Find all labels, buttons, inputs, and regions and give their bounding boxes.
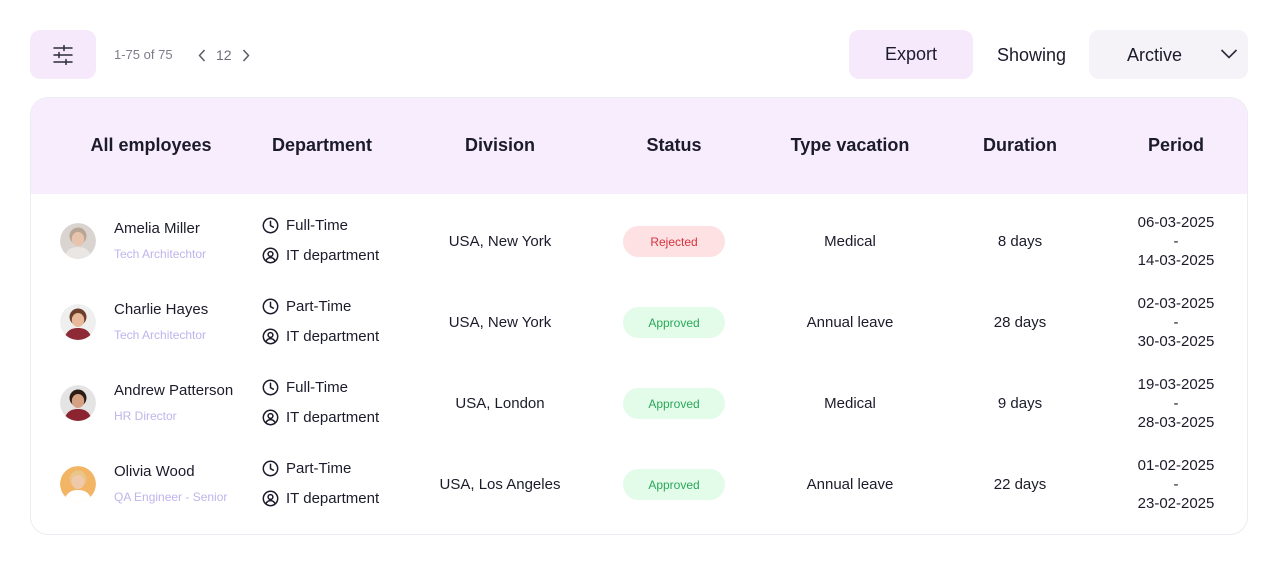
- status-badge: Rejected: [623, 226, 725, 257]
- division: USA, London: [455, 395, 545, 412]
- clock-icon: [262, 298, 279, 315]
- employee-role: Tech Architechtor: [114, 247, 207, 261]
- employee-name[interactable]: Olivia Wood: [114, 463, 195, 480]
- vacation-type: Annual leave: [806, 314, 894, 331]
- period-separator: -: [1173, 314, 1179, 331]
- period-start: 01-02-2025: [1137, 457, 1215, 474]
- user-circle-icon: [262, 490, 279, 507]
- period-start: 02-03-2025: [1137, 295, 1215, 312]
- employment-type-text: Part-Time: [286, 298, 352, 315]
- chevron-left-icon: [198, 48, 206, 62]
- employees-table: All employees Department Division Status…: [30, 97, 1248, 535]
- avatar: [60, 223, 96, 259]
- duration: 28 days: [993, 314, 1047, 331]
- clock-icon: [262, 217, 279, 234]
- employment-type: Full-Time: [262, 217, 348, 234]
- duration: 9 days: [997, 395, 1043, 412]
- department: IT department: [262, 409, 379, 426]
- employment-type-text: Full-Time: [286, 379, 348, 396]
- chevron-down-icon: [1220, 49, 1238, 59]
- table-row[interactable]: Andrew Patterson HR Director Full-Time I…: [31, 365, 1247, 446]
- department-text: IT department: [286, 247, 380, 264]
- division: USA, New York: [448, 314, 552, 331]
- column-header-employees[interactable]: All employees: [90, 135, 211, 156]
- showing-select[interactable]: Arctive: [1089, 30, 1248, 79]
- period: 19-03-2025 - 28-03-2025: [1138, 375, 1215, 432]
- clock-icon: [262, 379, 279, 396]
- employment-type-text: Part-Time: [286, 460, 352, 477]
- table-row[interactable]: Charlie Hayes Tech Architechtor Part-Tim…: [31, 284, 1247, 365]
- avatar: [60, 304, 96, 340]
- employee-role: Tech Architechtor: [114, 328, 207, 342]
- column-header-duration[interactable]: Duration: [983, 135, 1057, 156]
- duration: 22 days: [993, 476, 1047, 493]
- avatar: [60, 385, 96, 421]
- table-header: All employees Department Division Status…: [31, 98, 1247, 194]
- column-header-department[interactable]: Department: [272, 135, 372, 156]
- period-end: 30-03-2025: [1137, 333, 1215, 350]
- employee-role: QA Engineer - Senior: [114, 490, 228, 504]
- column-header-period[interactable]: Period: [1148, 135, 1204, 156]
- user-circle-icon: [262, 247, 279, 264]
- division: USA, Los Angeles: [439, 476, 561, 493]
- user-circle-icon: [262, 409, 279, 426]
- vacation-type: Medical: [824, 233, 876, 250]
- showing-select-value: Arctive: [1127, 45, 1183, 65]
- column-header-division[interactable]: Division: [465, 135, 535, 156]
- table-toolbar: 1-75 of 75 12 Export Showing Arctive: [30, 30, 1248, 79]
- table-row[interactable]: Olivia Wood QA Engineer - Senior Part-Ti…: [31, 446, 1247, 527]
- showing-label: Showing: [997, 45, 1067, 65]
- status-badge: Approved: [623, 469, 725, 500]
- column-header-vacation-type[interactable]: Type vacation: [791, 135, 910, 156]
- chevron-right-icon: [242, 48, 250, 62]
- department: IT department: [262, 328, 379, 345]
- period-start: 19-03-2025: [1137, 376, 1215, 393]
- employment-type: Part-Time: [262, 460, 351, 477]
- employee-name[interactable]: Andrew Patterson: [114, 382, 233, 399]
- vacation-type: Annual leave: [806, 476, 894, 493]
- pagination-info: 1-75 of 75: [114, 47, 173, 62]
- status-badge: Approved: [623, 307, 725, 338]
- column-header-status[interactable]: Status: [646, 135, 701, 156]
- page-number[interactable]: 12: [214, 47, 234, 63]
- status-badge: Approved: [623, 388, 725, 419]
- employment-type: Part-Time: [262, 298, 351, 315]
- period-end: 14-03-2025: [1137, 252, 1215, 269]
- employee-name[interactable]: Amelia Miller: [114, 220, 200, 237]
- department-text: IT department: [286, 490, 380, 507]
- period-separator: -: [1173, 395, 1179, 412]
- department: IT department: [262, 490, 379, 507]
- avatar: [60, 466, 96, 502]
- period-end: 23-02-2025: [1137, 495, 1215, 512]
- export-button[interactable]: Export: [849, 30, 973, 79]
- period: 02-03-2025 - 30-03-2025: [1138, 294, 1215, 351]
- employment-type-text: Full-Time: [286, 217, 348, 234]
- table-row[interactable]: Amelia Miller Tech Architechtor Full-Tim…: [31, 203, 1247, 284]
- sliders-icon: [53, 44, 73, 65]
- department: IT department: [262, 247, 379, 264]
- employee-role: HR Director: [114, 409, 177, 423]
- filter-button[interactable]: [30, 30, 96, 79]
- period: 06-03-2025 - 14-03-2025: [1138, 213, 1215, 270]
- duration: 8 days: [997, 233, 1043, 250]
- department-text: IT department: [286, 409, 380, 426]
- period-start: 06-03-2025: [1137, 214, 1215, 231]
- period-separator: -: [1173, 233, 1179, 250]
- division: USA, New York: [448, 233, 552, 250]
- period: 01-02-2025 - 23-02-2025: [1138, 456, 1215, 513]
- period-separator: -: [1173, 476, 1179, 493]
- department-text: IT department: [286, 328, 380, 345]
- user-circle-icon: [262, 328, 279, 345]
- employee-name[interactable]: Charlie Hayes: [114, 301, 208, 318]
- clock-icon: [262, 460, 279, 477]
- vacation-type: Medical: [824, 395, 876, 412]
- period-end: 28-03-2025: [1137, 414, 1215, 431]
- pagination: 12: [194, 45, 254, 65]
- prev-page-button[interactable]: [194, 45, 210, 65]
- employment-type: Full-Time: [262, 379, 348, 396]
- next-page-button[interactable]: [238, 45, 254, 65]
